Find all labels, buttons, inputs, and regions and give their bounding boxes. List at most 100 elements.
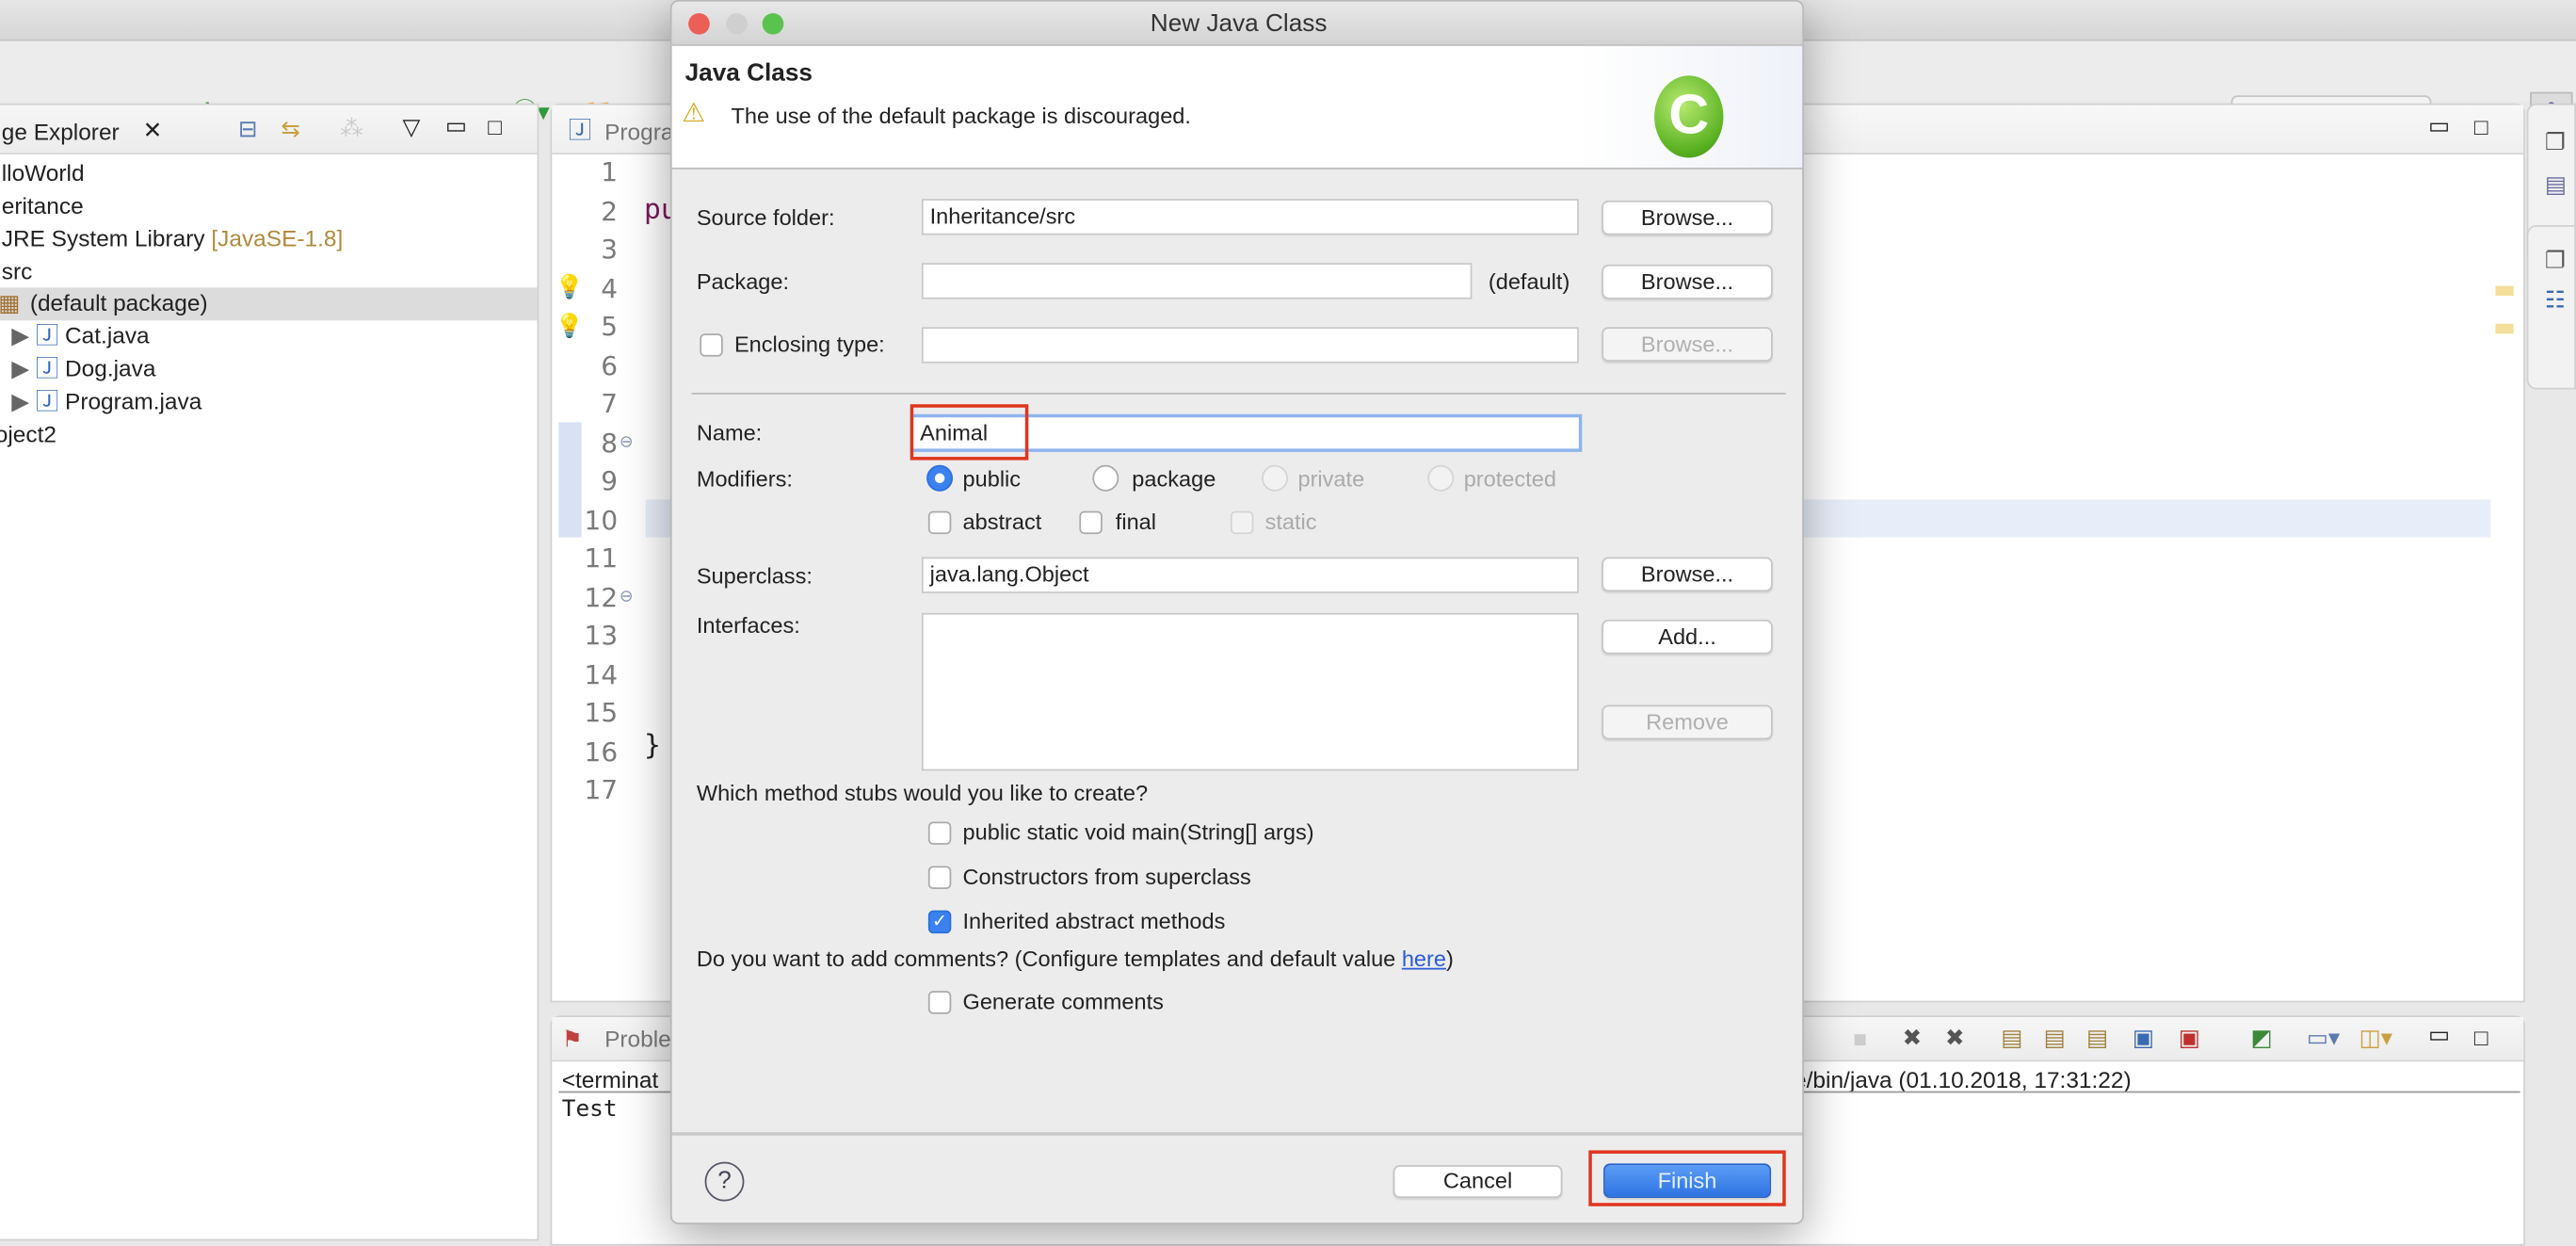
quick-fix-warning-icon[interactable]: 💡 [555,273,584,299]
enclosing-type-checkbox[interactable] [700,333,723,357]
superclass-input[interactable]: java.lang.Object [921,557,1579,593]
abstract-checkbox[interactable] [927,510,952,535]
scroll-lock-icon[interactable]: ▤ [2044,1024,2066,1050]
superclass-label: Superclass: [696,563,813,589]
restore-icon[interactable]: ❐ [2545,247,2566,273]
tree-item-label: JRE System Library [1,225,205,251]
remove-interface-button[interactable]: Remove [1602,704,1773,740]
fold-icon[interactable]: ⊖ [620,588,634,606]
expand-icon[interactable]: ▶ [11,355,29,381]
line-number: 1 [601,155,619,187]
filter-icon[interactable]: ⁂ [340,115,362,141]
name-label: Name: [696,420,763,445]
comments-question: Do you want to add comments? (Configure … [697,945,1454,974]
main-method-label: public static void main(String[] args) [962,819,1314,845]
expand-icon[interactable]: ▶ [11,388,29,414]
show-on-stderr-icon[interactable]: ▣ [2179,1024,2200,1050]
help-icon[interactable]: ? [704,1161,745,1202]
java-file-icon: 🄹 [35,354,59,381]
line-number: 16 [584,735,619,767]
expand-icon[interactable]: ▶ [11,322,29,348]
show-on-stdout-icon[interactable]: ▣ [2133,1024,2154,1050]
word-wrap-icon[interactable]: ▤ [2086,1024,2108,1050]
package-explorer-tab[interactable]: ge Explorer [2,117,120,146]
view-menu-icon[interactable]: ▽ [403,113,421,139]
constructors-checkbox[interactable] [927,866,952,889]
source-folder-input[interactable]: Inheritance/src [921,199,1579,235]
dialog-header: Java Class ⚠ The use of the default pack… [671,45,1803,170]
remove-all-icon[interactable]: ✖ [1945,1024,1964,1050]
close-window-button[interactable] [688,12,710,35]
zoom-window-button[interactable] [762,12,784,35]
new-java-class-dialog: New Java Class Java Class ⚠ The use of t… [669,0,1804,1224]
restore-icon[interactable]: ❐ [2545,128,2566,154]
enclosing-type-input[interactable] [921,327,1579,364]
package-label: Package: [696,269,790,295]
line-number: 7 [601,387,619,419]
configure-templates-link[interactable]: here [1402,947,1446,971]
maximize-icon[interactable]: □ [2474,113,2488,139]
browse-source-folder-button[interactable]: Browse... [1602,200,1773,235]
inherited-methods-checkbox[interactable]: ✓ [927,910,952,934]
tree-item[interactable]: ▶ 🄹 Cat.java [11,320,149,349]
browse-superclass-button[interactable]: Browse... [1602,557,1773,592]
tree-item[interactable]: eritance [2,190,84,219]
tree-item[interactable]: ▶ 🄹 Dog.java [11,353,155,382]
public-radio[interactable] [926,464,954,492]
browse-package-button[interactable]: Browse... [1602,264,1773,299]
add-interface-button[interactable]: Add... [1602,619,1773,655]
tree-item[interactable]: src [2,256,33,285]
dialog-title: New Java Class [1150,9,1328,39]
task-list-icon[interactable]: ▤ [2545,170,2567,197]
package-input[interactable] [921,263,1473,299]
pin-console-icon[interactable]: ◩ [2251,1024,2273,1050]
private-radio[interactable] [1262,464,1289,492]
generate-comments-label: Generate comments [962,989,1164,1014]
minimize-window-button[interactable] [726,12,748,35]
maximize-icon[interactable]: □ [488,113,502,139]
remove-launch-icon[interactable]: ✖ [1903,1024,1922,1050]
outline-icon[interactable]: ☷ [2545,286,2566,313]
main-method-checkbox[interactable] [927,821,952,845]
tree-item[interactable]: lloWorld [2,158,85,187]
public-radio-label: public [962,466,1022,492]
tree-item[interactable]: JRE System Library [JavaSE-1.8] [2,223,344,252]
package-radio[interactable] [1092,464,1119,492]
tree-item[interactable]: oject2 [0,419,56,448]
tree-item-label: Cat.java [65,322,150,348]
interfaces-label: Interfaces: [696,612,800,639]
tree-item-selected[interactable]: ▦ (default package) [0,287,538,321]
interfaces-list[interactable] [921,612,1579,771]
overview-warning-marker[interactable] [2495,285,2514,297]
constructors-label: Constructors from superclass [962,864,1251,889]
final-checkbox[interactable] [1079,510,1103,535]
display-console-icon[interactable]: ▭▾ [2307,1024,2340,1050]
close-icon[interactable]: ✕ [143,117,162,143]
overview-warning-marker[interactable] [2495,323,2514,334]
terminate-icon[interactable]: ■ [1853,1026,1867,1052]
fold-icon[interactable]: ⊖ [620,433,634,451]
minimize-icon[interactable]: ▭ [2428,112,2450,138]
generate-comments-checkbox[interactable] [927,991,952,1014]
footer-separator [671,1132,1803,1136]
inherited-methods-label: Inherited abstract methods [962,908,1226,934]
quick-fix-warning-icon[interactable]: 💡 [555,313,584,339]
clear-console-icon[interactable]: ▤ [2001,1024,2022,1050]
tree-item[interactable]: ▶ 🄹 Program.java [11,386,201,415]
separator [691,393,1786,395]
console-header: ne/bin/java (01.10.2018, 17:31:22) [1780,1066,2132,1093]
cancel-button[interactable]: Cancel [1393,1165,1563,1199]
tree-item-label: (default package) [29,289,208,316]
editor-tab[interactable]: Progra [604,117,673,146]
problems-tab[interactable]: Proble [604,1024,671,1053]
open-console-icon[interactable]: ◫▾ [2359,1024,2392,1050]
line-number: 9 [601,464,619,496]
minimize-icon[interactable]: ▭ [2428,1021,2450,1047]
static-checkbox[interactable] [1230,510,1254,535]
maximize-icon[interactable]: □ [2474,1024,2488,1050]
minimize-icon[interactable]: ▭ [445,112,467,138]
browse-enclosing-type-button[interactable]: Browse... [1602,327,1773,362]
link-editor-icon[interactable]: ⇆ [281,115,299,141]
collapse-all-icon[interactable]: ⊟ [238,115,257,141]
protected-radio[interactable] [1427,464,1455,492]
